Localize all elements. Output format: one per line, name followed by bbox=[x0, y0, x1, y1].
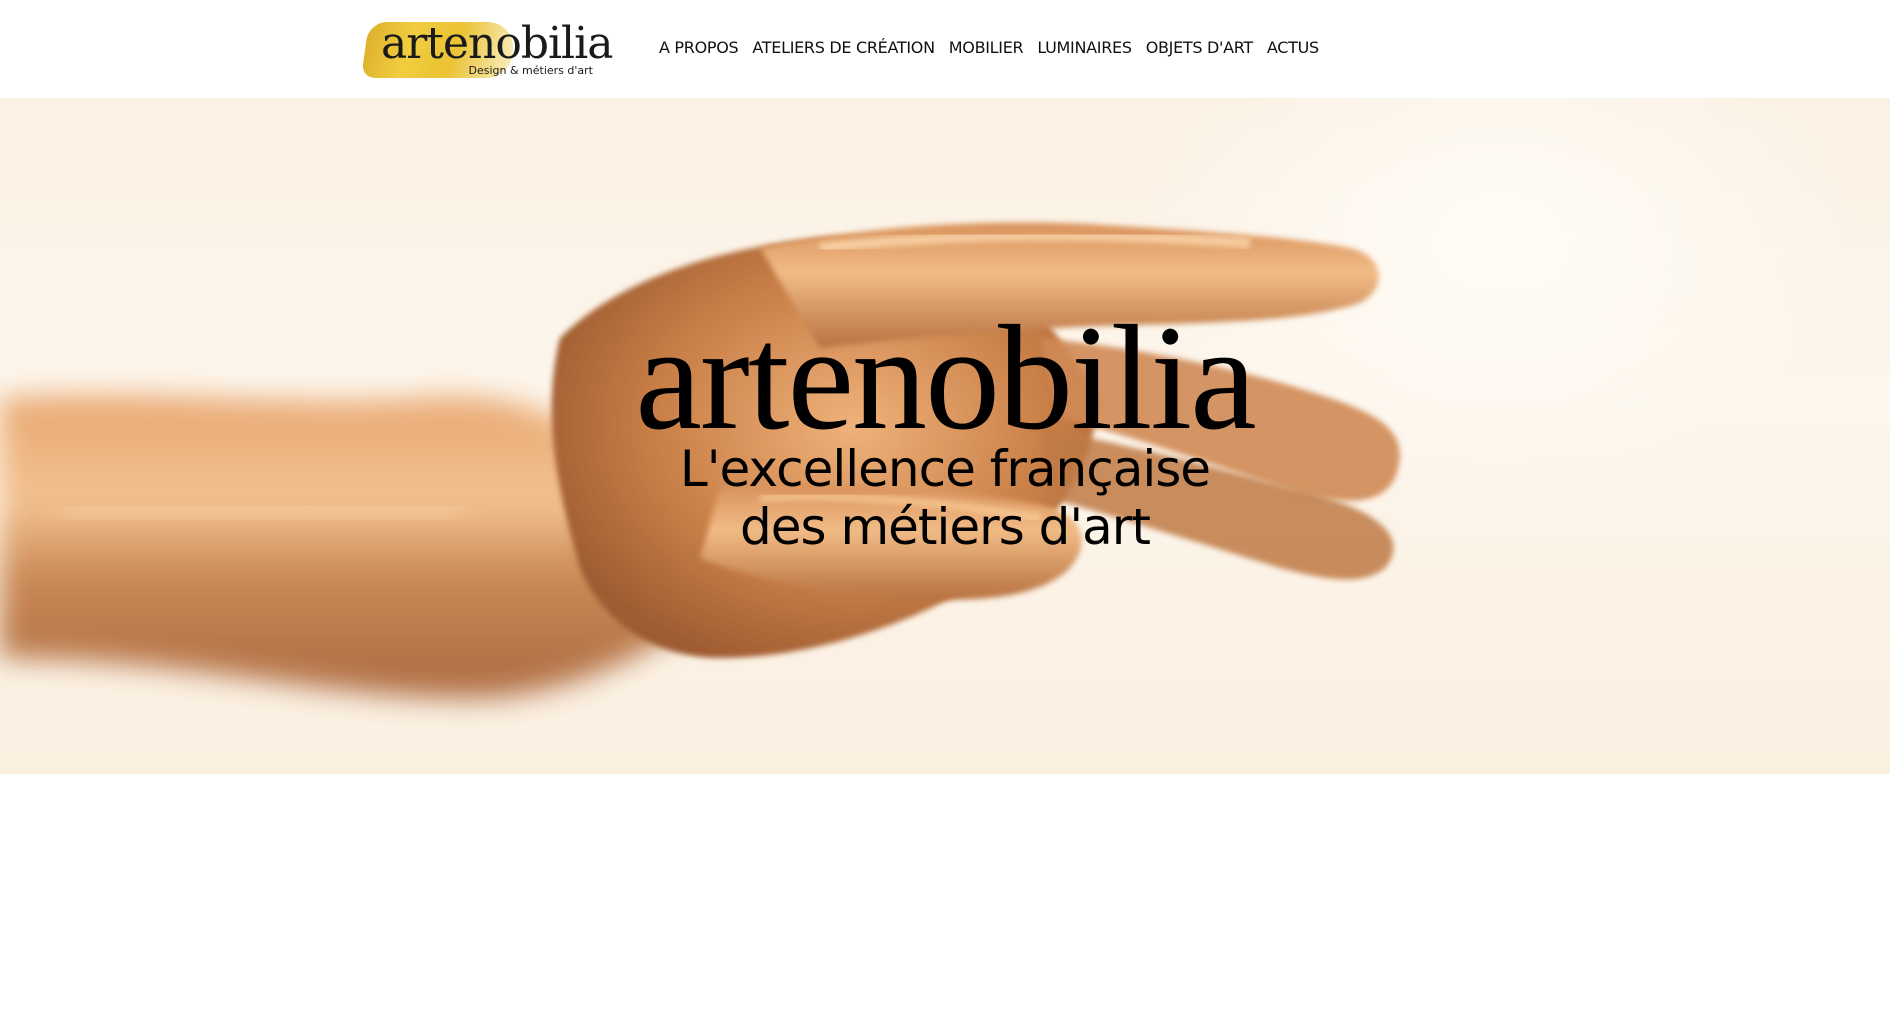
nav-item-mobilier[interactable]: MOBILIER bbox=[942, 36, 1031, 59]
nav-item-objets-d-art[interactable]: OBJETS D'ART bbox=[1139, 36, 1260, 59]
hero-title: artenobilia bbox=[635, 295, 1256, 461]
nav-item-a-propos[interactable]: A PROPOS bbox=[659, 36, 745, 59]
site-header: artenobilia Design & métiers d'art A PRO… bbox=[0, 0, 1890, 98]
nav-item-ateliers-de-creation[interactable]: ATELIERS DE CRÉATION bbox=[745, 36, 941, 59]
main-nav: A PROPOS ATELIERS DE CRÉATION MOBILIER L… bbox=[659, 36, 1326, 59]
logo-wordmark: artenobilia bbox=[381, 18, 613, 69]
logo-tagline: Design & métiers d'art bbox=[468, 64, 593, 77]
nav-item-luminaires[interactable]: LUMINAIRES bbox=[1030, 36, 1138, 59]
hero-subtitle: L'excellence française des métiers d'art bbox=[0, 440, 1890, 556]
hero-subtitle-line2: des métiers d'art bbox=[740, 498, 1151, 556]
site-logo[interactable]: artenobilia Design & métiers d'art bbox=[361, 18, 613, 82]
hero-banner: artenobilia L'excellence française des m… bbox=[0, 98, 1890, 774]
hero-subtitle-line1: L'excellence française bbox=[679, 440, 1211, 498]
nav-item-actus[interactable]: ACTUS bbox=[1260, 36, 1326, 59]
